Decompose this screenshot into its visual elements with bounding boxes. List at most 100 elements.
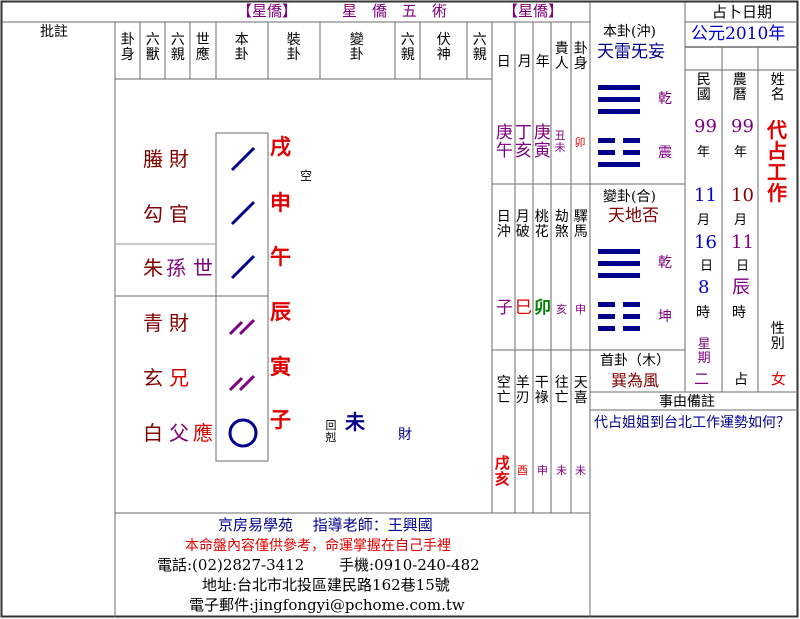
branch-2: 申: [270, 190, 291, 215]
bian-lower: 坤: [658, 309, 672, 325]
nongli-label: 農曆: [732, 72, 747, 103]
yin-line-4: [228, 318, 256, 336]
minguo-label: 民國: [696, 72, 711, 103]
yuepo-label: 月破: [515, 209, 530, 240]
tianxi-value: 未: [575, 464, 586, 477]
month-unit-2: 月: [734, 213, 748, 228]
relative-6: 父: [169, 421, 189, 445]
name-label: 姓名: [770, 72, 785, 103]
matter-title-text: 事由備註: [659, 394, 715, 410]
col-liushou: 六獸: [145, 32, 160, 63]
nian-ganzhi: 庚寅: [533, 123, 551, 161]
richong-label: 日沖: [496, 209, 511, 240]
footer-school: 京房易學苑 指導老師：王興國: [218, 516, 433, 534]
world-6: 應: [193, 421, 213, 445]
yangren-label: 羊刃: [515, 375, 530, 406]
querent-name: 代占工作: [767, 118, 787, 205]
branch-6: 子: [270, 407, 291, 432]
branch-3: 午: [270, 244, 291, 269]
ben-name: 天雷旡妄: [597, 42, 665, 62]
minguo-year: 99: [694, 116, 717, 137]
relative-2: 官: [169, 202, 189, 226]
yue-ganzhi: 丁亥: [514, 123, 532, 161]
jiesha-label: 劫煞: [554, 209, 569, 240]
col-guashen2: 卦身: [573, 41, 588, 72]
huike-mark: 回剋: [325, 419, 337, 444]
div-title: 占卜日期: [712, 3, 773, 21]
tianxi-label: 天喜: [573, 375, 588, 406]
ganlu-label: 干祿: [534, 375, 549, 406]
yima-label: 驛馬: [573, 209, 588, 240]
beast-4: 青: [143, 311, 163, 335]
hour-unit-2: 時: [732, 305, 746, 321]
footer-email: 電子郵件:jingfongyi@pchome.com.tw: [189, 596, 465, 614]
ben-label: 本卦(沖): [603, 24, 656, 40]
kongwang-value: 戌亥: [494, 454, 510, 488]
col-bengua: 本卦: [234, 32, 249, 63]
weekday-label: 星期: [697, 337, 711, 366]
nongli-year: 99: [731, 116, 754, 137]
year-unit-2: 年: [734, 145, 748, 160]
col-shiying: 世應: [195, 32, 210, 63]
nongli-month: 10: [731, 185, 754, 206]
col-liuqin2: 六親: [400, 32, 415, 63]
col-liuqin3: 六親: [472, 32, 487, 63]
guashen-value: 卯: [574, 136, 586, 149]
col-fushen: 伏神: [436, 32, 451, 63]
kongwang-label: 空亡: [496, 375, 511, 406]
col-biangua: 變卦: [349, 32, 364, 63]
ri-ganzhi: 庚午: [495, 123, 513, 161]
div-era: 公元2010年: [691, 24, 786, 44]
header-tag-left: 【星僑】: [237, 2, 298, 20]
minguo-day: 16: [694, 232, 717, 253]
moving-line-6: [228, 418, 258, 448]
beast-2: 勾: [143, 202, 163, 226]
bian-label: 變卦(合): [603, 189, 656, 205]
beast-6: 白: [143, 421, 163, 445]
col-zhuanggua: 裝卦: [286, 32, 301, 63]
col-yue: 月: [517, 54, 532, 70]
world-3: 世: [193, 256, 213, 280]
yang-line-2: [230, 200, 256, 226]
pizhu-label: 批註: [40, 24, 68, 40]
year-unit-1: 年: [697, 145, 711, 160]
relative-3: 孫: [166, 256, 186, 280]
gender-label: 性別: [770, 321, 785, 352]
branch-5: 寅: [270, 354, 291, 379]
header-tag-right: 【星僑】: [503, 2, 564, 20]
minguo-month: 11: [694, 185, 717, 206]
bian-upper: 乾: [658, 255, 672, 271]
relative-5: 兄: [169, 366, 189, 390]
taohua-value: 卯: [534, 298, 551, 318]
zhan-label: 占: [734, 372, 748, 388]
month-unit-1: 月: [697, 213, 711, 228]
col-ri: 日: [496, 54, 511, 70]
ganlu-value: 申: [537, 464, 548, 477]
wangwang-value: 未: [556, 464, 567, 477]
matter-text: 代占姐姐到台北工作運勢如何？: [594, 415, 790, 431]
gender-value: 女: [771, 370, 787, 388]
guiren-value: 丑未: [554, 129, 566, 154]
changed-branch: 未: [345, 410, 365, 434]
yang-line-3: [230, 254, 256, 280]
yima-value: 申: [575, 303, 586, 316]
minguo-hour: 8: [698, 277, 710, 298]
col-guiren: 貴人: [554, 41, 569, 72]
col-guashen: 卦身: [120, 32, 135, 63]
hour-unit-1: 時: [696, 305, 710, 321]
beast-1: 螣: [143, 147, 163, 171]
relative-4: 財: [169, 311, 189, 335]
footer-address: 地址:台北市北投區建民路162巷15號: [202, 576, 450, 594]
nongli-day: 11: [731, 232, 754, 253]
relative-1: 財: [169, 147, 189, 171]
yuepo-value: 巳: [515, 298, 532, 318]
footer-phone: 電話:(02)2827-3412 手機:0910-240-482: [157, 556, 480, 574]
beast-5: 玄: [143, 366, 163, 390]
yang-line-1: [230, 146, 256, 172]
footer-disclaimer: 本命盤內容僅供參考，命運掌握在自己手裡: [185, 538, 451, 554]
page: { "header": { "tag_left": "【星僑】", "title…: [0, 0, 800, 619]
yangren-value: 酉: [517, 464, 528, 477]
branch-1: 戌: [270, 134, 291, 159]
shou-label: 首卦（木）: [600, 353, 670, 369]
col-nian: 年: [535, 54, 550, 70]
